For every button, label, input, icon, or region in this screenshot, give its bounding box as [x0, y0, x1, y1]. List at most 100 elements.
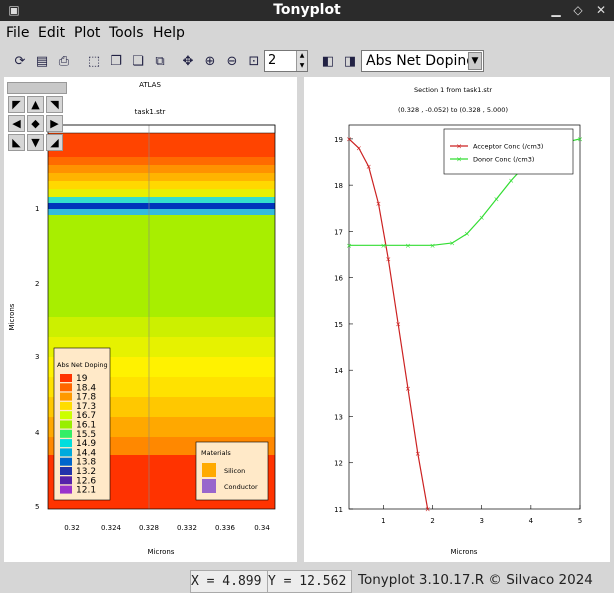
data-point: ×	[494, 196, 500, 204]
plot-header-1: ATLAS	[139, 81, 161, 89]
x-tick-label: 0.328	[139, 524, 159, 532]
doping-band	[48, 173, 275, 181]
dropdown-arrow-icon[interactable]: ▼	[468, 52, 482, 70]
x-axis-label: Microns	[148, 548, 175, 556]
legend-swatch	[60, 401, 72, 410]
doping-junction-band	[48, 203, 275, 209]
menu-plot[interactable]: Plot	[74, 25, 100, 41]
x-tick-label: 5	[578, 517, 582, 525]
x-tick-label: 0.32	[64, 524, 80, 532]
material-label-conductor: Conductor	[224, 483, 258, 491]
chart-legend	[443, 128, 574, 175]
open-file-icon[interactable]: ⟳	[10, 51, 30, 71]
previous-icon[interactable]: ◧	[318, 51, 338, 71]
legend-swatch	[60, 429, 72, 438]
spinner-arrows-icon[interactable]: ▲ ▼	[296, 51, 307, 71]
menu-tools[interactable]: Tools	[109, 25, 144, 41]
data-point: ×	[508, 177, 514, 185]
copy-icon[interactable]: ❐	[106, 51, 126, 71]
materials-title: Materials	[201, 449, 231, 457]
duplicate-icon[interactable]: ⧉	[150, 51, 170, 71]
cutline-chart: Section 1 from task1.str (0.328 , -0.052…	[334, 86, 583, 556]
nav-down-right-icon[interactable]: ◢	[46, 134, 63, 151]
legend-swatch	[60, 467, 72, 475]
version-label: Tonyplot 3.10.17.R © Silvaco 2024	[358, 572, 593, 588]
y-tick-label: 5	[35, 503, 39, 511]
x-tick-label: 0.34	[254, 524, 270, 532]
legend-series-name: Donor Conc (/cm3)	[473, 156, 534, 164]
pan-icon[interactable]: ✥	[178, 51, 198, 71]
data-point: ×	[346, 135, 352, 143]
zoom-box-icon[interactable]: ⊡	[244, 51, 264, 71]
y-tick-label: 14	[334, 367, 343, 375]
nav-right-icon[interactable]: ▶	[46, 115, 63, 132]
zoom-out-icon[interactable]: ⊖	[222, 51, 242, 71]
menu-file[interactable]: File	[6, 25, 29, 41]
legend-swatch	[60, 411, 72, 420]
data-point: ×	[356, 145, 362, 153]
data-point: ×	[449, 239, 455, 247]
save-icon[interactable]: ▤	[32, 51, 52, 71]
doping-band	[48, 317, 275, 337]
pan-navigation-pad: ◤ ▲ ◥ ◀ ◆ ▶ ◣ ▼ ◢	[7, 82, 67, 156]
x-coordinate-readout: X = 4.899	[190, 570, 268, 593]
nav-up-left-icon[interactable]: ◤	[8, 96, 25, 113]
select-icon[interactable]: ⬚	[84, 51, 104, 71]
nav-up-icon[interactable]: ▲	[27, 96, 44, 113]
legend-swatch	[60, 485, 72, 494]
y-tick-label: 16	[334, 275, 343, 283]
y-tick-label: 19	[334, 136, 343, 144]
data-point: ×	[380, 242, 386, 250]
x-tick-label: 0.324	[101, 524, 122, 532]
nav-down-icon[interactable]: ▼	[27, 134, 44, 151]
doping-band	[48, 215, 275, 317]
doping-band	[48, 181, 275, 189]
doping-band	[48, 157, 275, 165]
y-tick-label: 1	[35, 205, 39, 213]
nav-handle[interactable]	[7, 82, 67, 94]
x-tick-label: 3	[479, 517, 483, 525]
data-point: ×	[415, 450, 421, 458]
y-tick-label: 17	[334, 228, 343, 236]
print-icon[interactable]: ⎙	[54, 51, 74, 71]
legend-swatch	[60, 374, 72, 382]
material-swatch-silicon	[202, 463, 216, 477]
title-bar: ▣ Tonyplot ▁ ◇ ✕	[0, 0, 614, 21]
minimize-icon[interactable]: ▁	[548, 2, 564, 18]
legend-level-label: 12.1	[76, 486, 96, 496]
nav-center-icon[interactable]: ◆	[27, 115, 44, 132]
menu-help[interactable]: Help	[153, 25, 185, 41]
y-tick-label: 13	[334, 413, 343, 421]
legend-swatch	[60, 420, 72, 429]
menu-edit[interactable]: Edit	[38, 25, 65, 41]
y-axis-label: Microns	[8, 303, 16, 330]
doping-band	[48, 165, 275, 173]
maximize-icon[interactable]: ◇	[570, 2, 586, 18]
data-point: ×	[376, 200, 382, 208]
legend-swatch	[60, 448, 72, 457]
right-plot-panel: Section 1 from task1.str (0.328 , -0.052…	[304, 77, 610, 562]
next-icon[interactable]: ◨	[340, 51, 360, 71]
quantity-select-value: Abs Net Doping	[366, 53, 476, 69]
legend-swatch	[60, 383, 72, 392]
zoom-level-spinner[interactable]: 2 ▲ ▼	[264, 50, 308, 72]
legend-swatch	[60, 392, 72, 401]
x-tick-label: 0.332	[177, 524, 197, 532]
data-point: ×	[430, 242, 436, 250]
nav-down-left-icon[interactable]: ◣	[8, 134, 25, 151]
doping-band	[48, 197, 275, 203]
y-tick-label: 12	[334, 460, 343, 468]
nav-up-right-icon[interactable]: ◥	[46, 96, 63, 113]
paste-icon[interactable]: ❏	[128, 51, 148, 71]
zoom-level-value: 2	[268, 53, 277, 68]
legend-swatch	[60, 439, 72, 448]
x-tick-label: 0.336	[215, 524, 236, 532]
legend-swatch	[60, 457, 72, 466]
close-icon[interactable]: ✕	[593, 2, 609, 18]
nav-left-icon[interactable]: ◀	[8, 115, 25, 132]
data-point: ×	[425, 506, 431, 514]
y-coordinate-readout: Y = 12.562	[267, 570, 352, 593]
material-swatch-conductor	[202, 479, 216, 493]
zoom-in-icon[interactable]: ⊕	[200, 51, 220, 71]
quantity-select[interactable]: Abs Net Doping ▼	[361, 50, 484, 72]
